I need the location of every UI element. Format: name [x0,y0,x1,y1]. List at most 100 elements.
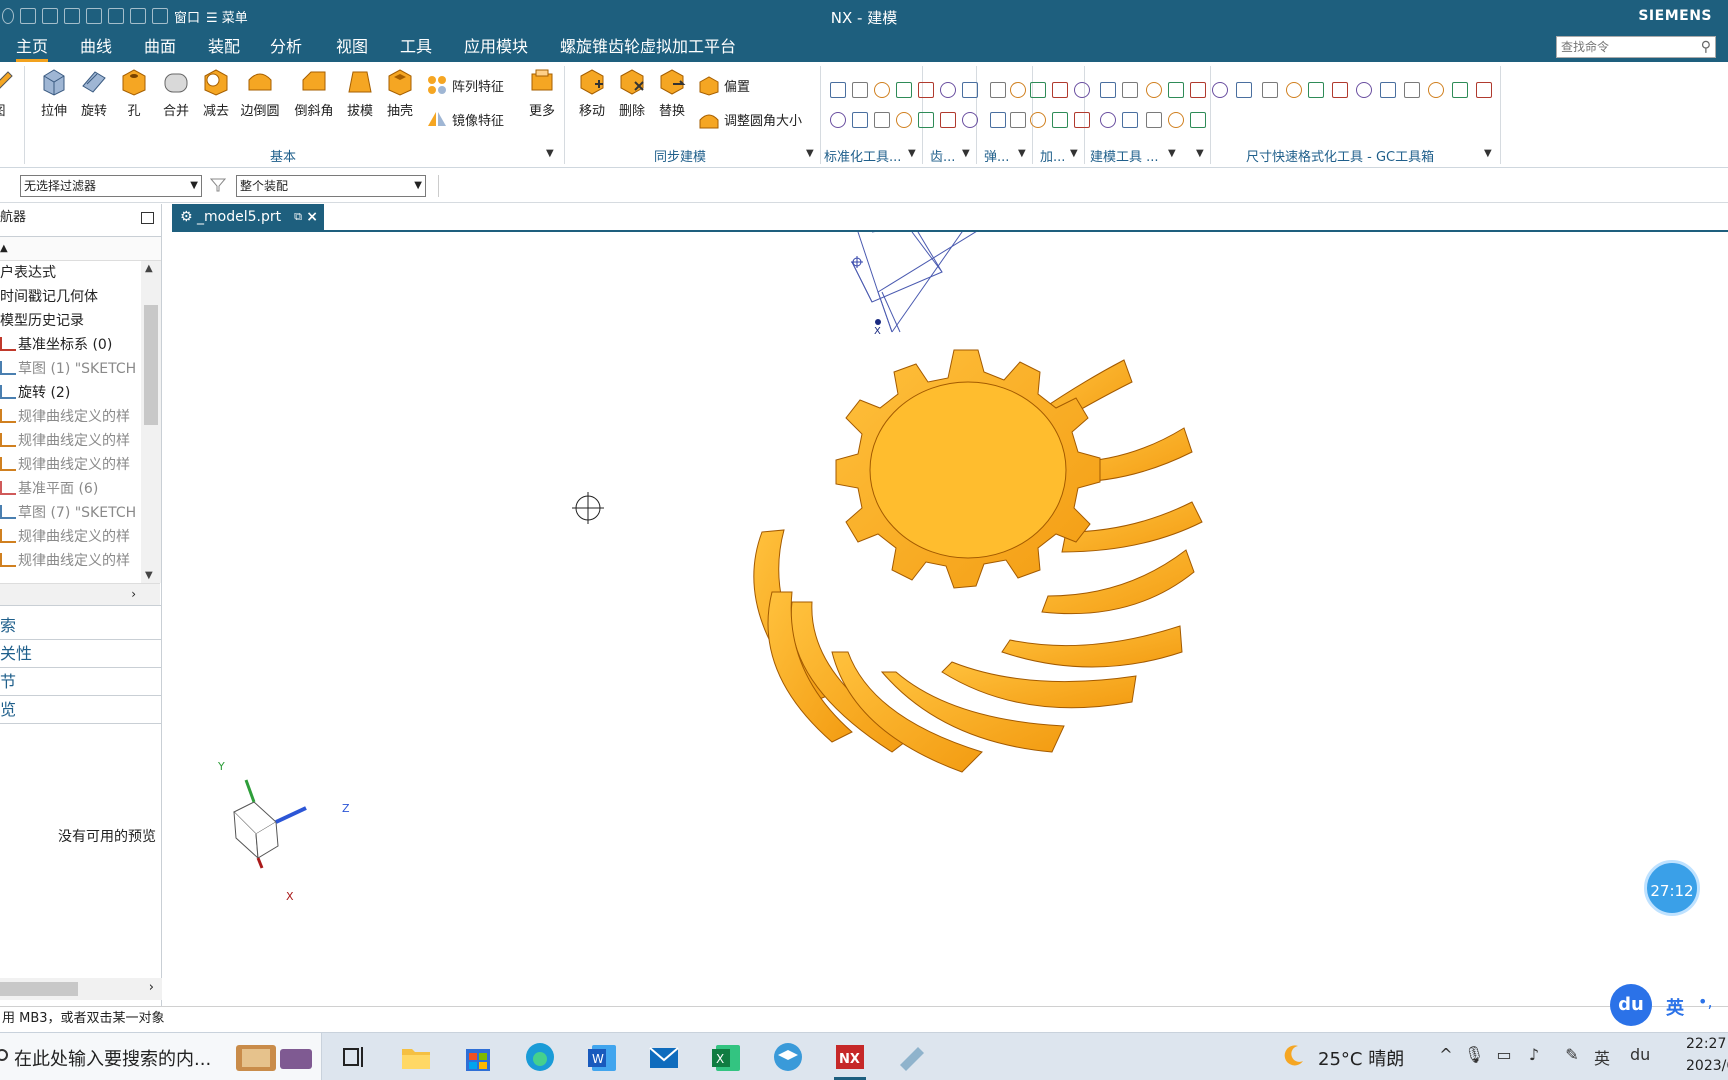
task-view-icon[interactable] [336,1039,372,1075]
type-filter-select[interactable]: 无选择过滤器 ▼ [20,175,202,197]
recording-timer-badge[interactable]: 27:12 [1644,860,1700,916]
group-overflow-dropdown[interactable]: ▼ [1196,148,1204,159]
group-gear-dropdown[interactable]: ▼ [962,148,970,159]
tree-node[interactable]: 草图 (7) "SKETCH [0,501,140,525]
document-tab[interactable]: ⚙ _model5.prt ⧉ × [172,204,324,230]
tree-node[interactable]: 模型历史记录 [0,309,140,333]
section-search[interactable]: 索 [0,612,162,640]
group-basic-dropdown[interactable]: ▼ [546,148,554,159]
helical-gear-model[interactable] [753,349,1203,773]
toolbox-tool-icon[interactable] [918,112,934,128]
move-face-button[interactable]: 移动 [572,66,612,119]
toolbox-tool-icon[interactable] [1052,112,1068,128]
microphone-icon[interactable]: 🎙 [1464,1045,1484,1067]
section-preview[interactable]: 览 [0,696,162,724]
group-modeling-tools-dropdown[interactable]: ▼ [1168,148,1176,159]
tree-node[interactable]: 规律曲线定义的样 [0,525,140,549]
tree-vertical-scrollbar[interactable]: ▲ ▼ [141,261,161,583]
ime-tray-icon[interactable]: 英 [1592,1045,1612,1068]
hole-button[interactable]: 孔 [114,66,154,119]
toolbox-tool-icon[interactable] [940,82,956,98]
volume-icon[interactable]: ♪ [1524,1045,1544,1067]
chamfer-button[interactable]: 倒斜角 [294,66,334,119]
toolbox-tool-icon[interactable] [1030,112,1046,128]
tree-node[interactable]: 时间戳记几何体 [0,285,140,309]
graphics-viewport[interactable]: X Y Z X [172,232,1728,1004]
toolbox-tool-icon[interactable] [1168,82,1184,98]
model-canvas[interactable]: X Y Z X [172,232,1728,1004]
toolbox-tool-icon[interactable] [1146,112,1162,128]
toolbox-tool-icon[interactable] [896,82,912,98]
toolbox-tool-icon[interactable] [1476,82,1492,98]
pen-icon[interactable]: ✎ [1562,1045,1582,1067]
toolbox-tool-icon[interactable] [1100,112,1116,128]
nx-app-icon[interactable]: NX [832,1039,868,1075]
resize-blend-button[interactable]: 调整圆角大小 [698,106,802,132]
toolbox-tool-icon[interactable] [874,82,890,98]
toolbox-tool-icon[interactable] [1190,112,1206,128]
selection-scope-select[interactable]: 整个装配 ▼ [236,175,426,197]
section-dependencies[interactable]: 关性 [0,640,162,668]
toolbox-tool-icon[interactable] [1122,112,1138,128]
system-clock[interactable]: 22:27 2023/6 [1686,1033,1728,1077]
toolbox-tool-icon[interactable] [990,82,1006,98]
toolbox-tool-icon[interactable] [1308,82,1324,98]
tree-horizontal-scrollbar[interactable]: › [0,583,160,605]
group-gc-toolkit-dropdown[interactable]: ▼ [1484,148,1492,159]
toolbox-tool-icon[interactable] [1168,112,1184,128]
sketch-button[interactable]: 图 [0,66,14,119]
tab-surface[interactable]: 曲面 [144,32,176,62]
tree-node[interactable]: 规律曲线定义的样 [0,453,140,477]
tree-column-header[interactable]: ▲ [0,237,161,261]
taskbar-search-box[interactable]: 在此处输入要搜索的内... [0,1033,322,1080]
toolbox-tool-icon[interactable] [990,112,1006,128]
toolbox-tool-icon[interactable] [1074,82,1090,98]
more-button[interactable]: 更多 [522,66,562,119]
scroll-right-icon[interactable]: › [149,980,154,995]
excel-icon[interactable]: X [708,1039,744,1075]
delete-face-button[interactable]: 删除 [612,66,652,119]
graduation-app-icon[interactable] [770,1039,806,1075]
scroll-thumb[interactable] [0,982,78,996]
toolbox-tool-icon[interactable] [830,82,846,98]
tab-analysis[interactable]: 分析 [270,32,302,62]
tree-node[interactable]: 户表达式 [0,261,140,285]
maximize-icon[interactable] [141,212,154,224]
tab-applications[interactable]: 应用模块 [464,32,528,62]
toolbox-tool-icon[interactable] [1332,82,1348,98]
toolbox-tool-icon[interactable] [1190,82,1206,98]
pattern-feature-button[interactable]: 阵列特征 [426,72,504,98]
section-details[interactable]: 节 [0,668,162,696]
group-machining-dropdown[interactable]: ▼ [1070,148,1078,159]
subtract-button[interactable]: 减去 [196,66,236,119]
toolbox-tool-icon[interactable] [1030,82,1046,98]
toolbox-tool-icon[interactable] [830,112,846,128]
edge-blend-button[interactable]: 边倒圆 [240,66,280,119]
toolbox-tool-icon[interactable] [1262,82,1278,98]
tree-node[interactable]: 规律曲线定义的样 [0,429,140,453]
filter-funnel-icon[interactable] [210,177,226,193]
tree-node[interactable]: 基准坐标系 (0) [0,333,140,357]
tab-home[interactable]: 主页 [16,32,49,62]
group-standardization-dropdown[interactable]: ▼ [908,148,916,159]
toolbox-tool-icon[interactable] [1052,82,1068,98]
mirror-feature-button[interactable]: 镜像特征 [426,106,504,132]
toolbox-tool-icon[interactable] [1380,82,1396,98]
baidu-tray-icon[interactable]: du [1630,1045,1650,1067]
toolbox-tool-icon[interactable] [1428,82,1444,98]
file-explorer-icon[interactable] [398,1039,434,1075]
toolbox-tool-icon[interactable] [1146,82,1162,98]
panel-horizontal-scrollbar[interactable]: › [0,978,162,1000]
group-sync-dropdown[interactable]: ▼ [806,148,814,159]
notes-app-icon[interactable] [894,1039,930,1075]
toolbox-tool-icon[interactable] [1010,82,1026,98]
toolbox-tool-icon[interactable] [1100,82,1116,98]
toolbox-tool-icon[interactable] [1286,82,1302,98]
toolbox-tool-icon[interactable] [1404,82,1420,98]
command-search[interactable]: ⚲ [1556,36,1716,58]
tab-bevel-gear-platform[interactable]: 螺旋锥齿轮虚拟加工平台 [560,32,736,62]
toolbox-tool-icon[interactable] [940,112,956,128]
search-icon[interactable]: ⚲ [1701,39,1711,55]
replace-face-button[interactable]: 替换 [652,66,692,119]
unite-button[interactable]: 合并 [156,66,196,119]
